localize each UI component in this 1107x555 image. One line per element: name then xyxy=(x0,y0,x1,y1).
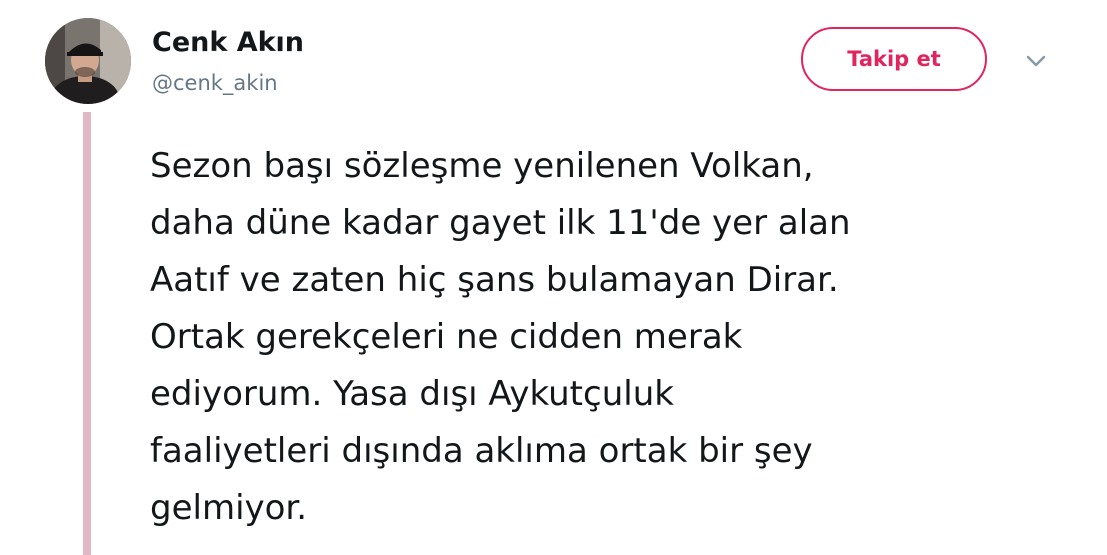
chevron-down-icon[interactable] xyxy=(1024,53,1048,69)
tweet-text-line: Aatıf ve zaten hiç şans bulamayan Dirar. xyxy=(150,260,839,300)
tweet-text-line: faaliyetleri dışında aklıma ortak bir şe… xyxy=(150,431,813,471)
tweet-text-line: Ortak gerekçeleri ne cidden merak xyxy=(150,317,743,357)
avatar[interactable] xyxy=(45,18,131,104)
tweet-text-line: ediyorum. Yasa dışı Aykutçuluk xyxy=(150,374,674,414)
author-display-name[interactable]: Cenk Akın xyxy=(152,27,304,59)
follow-button[interactable]: Takip et xyxy=(801,27,987,91)
tweet-text: Sezon başı sözleşme yenilenen Volkan, da… xyxy=(150,138,1100,537)
tweet-text-line: gelmiyor. xyxy=(150,488,308,528)
author-handle[interactable]: @cenk_akin xyxy=(152,70,278,96)
avatar-photo xyxy=(45,18,131,104)
thread-line xyxy=(83,112,91,555)
tweet-text-line: daha düne kadar gayet ilk 11'de yer alan xyxy=(150,203,851,243)
tweet-text-line: Sezon başı sözleşme yenilenen Volkan, xyxy=(150,146,814,186)
